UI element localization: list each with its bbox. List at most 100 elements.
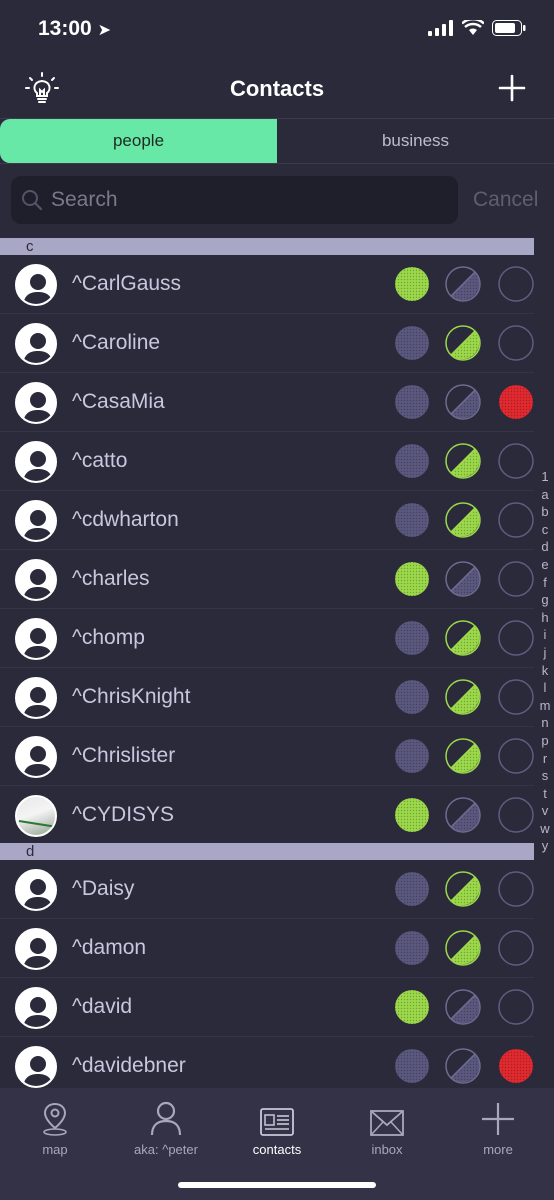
status-indicator-1-icon[interactable] (394, 1048, 430, 1084)
status-indicator-2-icon[interactable] (445, 797, 481, 833)
status-indicator-2-icon[interactable] (445, 738, 481, 774)
contact-row[interactable]: ^david (0, 978, 534, 1037)
status-indicator-2-icon[interactable] (445, 989, 481, 1025)
status-indicator-2-icon[interactable] (445, 930, 481, 966)
status-indicator-3-icon[interactable] (498, 797, 534, 833)
index-letter[interactable]: p (541, 732, 548, 750)
tab-aka[interactable]: aka: ^peter (111, 1100, 221, 1157)
status-indicator-3-icon[interactable] (498, 738, 534, 774)
tab-inbox[interactable]: inbox (332, 1100, 442, 1157)
index-letter[interactable]: l (544, 679, 547, 697)
status-indicator-2-icon[interactable] (445, 871, 481, 907)
status-indicator-1-icon[interactable] (394, 930, 430, 966)
contact-name: ^cdwharton (72, 508, 179, 531)
index-letter[interactable]: j (544, 644, 547, 662)
status-indicator-3-icon[interactable] (498, 989, 534, 1025)
contact-row[interactable]: ^CarlGauss (0, 255, 534, 314)
status-indicator-2-icon[interactable] (445, 679, 481, 715)
status-indicator-1-icon[interactable] (394, 384, 430, 420)
tab-map[interactable]: map (0, 1100, 110, 1157)
avatar-placeholder-icon (15, 869, 57, 911)
status-indicator-2-icon[interactable] (445, 443, 481, 479)
index-letter[interactable]: w (540, 820, 549, 838)
status-indicator-2-icon[interactable] (445, 502, 481, 538)
index-letter[interactable]: e (541, 556, 548, 574)
index-letter[interactable]: t (543, 785, 547, 803)
index-letter[interactable]: y (542, 837, 549, 855)
contact-row[interactable]: ^catto (0, 432, 534, 491)
index-letter[interactable]: n (541, 714, 548, 732)
status-indicator-3-icon[interactable] (498, 930, 534, 966)
index-letter[interactable]: s (542, 767, 549, 785)
contact-row[interactable]: ^CYDISYS (0, 786, 534, 845)
status-indicator-1-icon[interactable] (394, 989, 430, 1025)
index-letter[interactable]: g (541, 591, 548, 609)
index-letter[interactable]: r (543, 750, 547, 768)
page-title: Contacts (229, 76, 325, 101)
add-contact-icon[interactable] (498, 74, 526, 102)
tab-business[interactable]: business (277, 119, 554, 163)
status-indicator-2-icon[interactable] (445, 325, 481, 361)
tab-people[interactable]: people (0, 119, 277, 163)
status-indicator-1-icon[interactable] (394, 620, 430, 656)
avatar-placeholder-icon (15, 264, 57, 306)
avatar-placeholder-icon (15, 559, 57, 601)
index-letter[interactable]: f (543, 574, 547, 592)
contact-name: ^chomp (72, 626, 145, 649)
status-indicator-3-icon[interactable] (498, 443, 534, 479)
index-letter[interactable]: h (541, 609, 548, 627)
index-letter[interactable]: i (544, 626, 547, 644)
status-indicator-1-icon[interactable] (394, 679, 430, 715)
navigation-bar: Contacts (0, 60, 554, 118)
status-indicator-1-icon[interactable] (394, 797, 430, 833)
status-indicator-1-icon[interactable] (394, 502, 430, 538)
alphabet-index[interactable]: 1abcdefghijklmnprstvwy (536, 468, 554, 855)
contact-row[interactable]: ^chomp (0, 609, 534, 668)
status-indicator-3-icon[interactable] (498, 266, 534, 302)
index-letter[interactable]: a (541, 486, 548, 504)
index-letter[interactable]: k (542, 662, 549, 680)
status-indicator-2-icon[interactable] (445, 620, 481, 656)
contact-row[interactable]: ^ChrisKnight (0, 668, 534, 727)
avatar-placeholder-icon (15, 441, 57, 483)
tab-more[interactable]: more (443, 1100, 553, 1157)
status-indicator-3-icon[interactable] (498, 561, 534, 597)
contact-row[interactable]: ^Daisy (0, 860, 534, 919)
status-bar: 13:00 ➤ (0, 0, 554, 60)
plus-icon (482, 1103, 514, 1135)
status-indicator-2-icon[interactable] (445, 384, 481, 420)
contact-row[interactable]: ^cdwharton (0, 491, 534, 550)
status-indicator-3-icon[interactable] (498, 871, 534, 907)
status-indicator-1-icon[interactable] (394, 871, 430, 907)
status-indicator-1-icon[interactable] (394, 561, 430, 597)
index-letter[interactable]: d (541, 538, 548, 556)
status-indicator-1-icon[interactable] (394, 443, 430, 479)
index-letter[interactable]: c (542, 521, 549, 539)
contact-row[interactable]: ^CasaMia (0, 373, 534, 432)
contact-row[interactable]: ^charles (0, 550, 534, 609)
contact-row[interactable]: ^Caroline (0, 314, 534, 373)
status-indicator-3-icon[interactable] (498, 620, 534, 656)
contact-row[interactable]: ^Chrislister (0, 727, 534, 786)
contact-name: ^catto (72, 449, 128, 472)
index-letter[interactable]: b (541, 503, 548, 521)
search-box[interactable] (11, 176, 458, 224)
search-input[interactable] (51, 176, 451, 224)
tab-contacts[interactable]: contacts (222, 1100, 332, 1157)
status-indicator-1-icon[interactable] (394, 325, 430, 361)
status-indicator-3-icon[interactable] (498, 502, 534, 538)
status-indicator-2-icon[interactable] (445, 266, 481, 302)
index-letter[interactable]: v (542, 802, 549, 820)
status-indicator-2-icon[interactable] (445, 561, 481, 597)
status-indicator-1-icon[interactable] (394, 738, 430, 774)
status-indicator-3-icon[interactable] (498, 1048, 534, 1084)
status-indicator-1-icon[interactable] (394, 266, 430, 302)
contact-row[interactable]: ^damon (0, 919, 534, 978)
cancel-button[interactable]: Cancel (473, 188, 538, 212)
status-indicator-3-icon[interactable] (498, 679, 534, 715)
index-letter[interactable]: m (540, 697, 551, 715)
status-indicator-3-icon[interactable] (498, 384, 534, 420)
status-indicator-3-icon[interactable] (498, 325, 534, 361)
status-indicator-2-icon[interactable] (445, 1048, 481, 1084)
index-letter[interactable]: 1 (541, 468, 548, 486)
